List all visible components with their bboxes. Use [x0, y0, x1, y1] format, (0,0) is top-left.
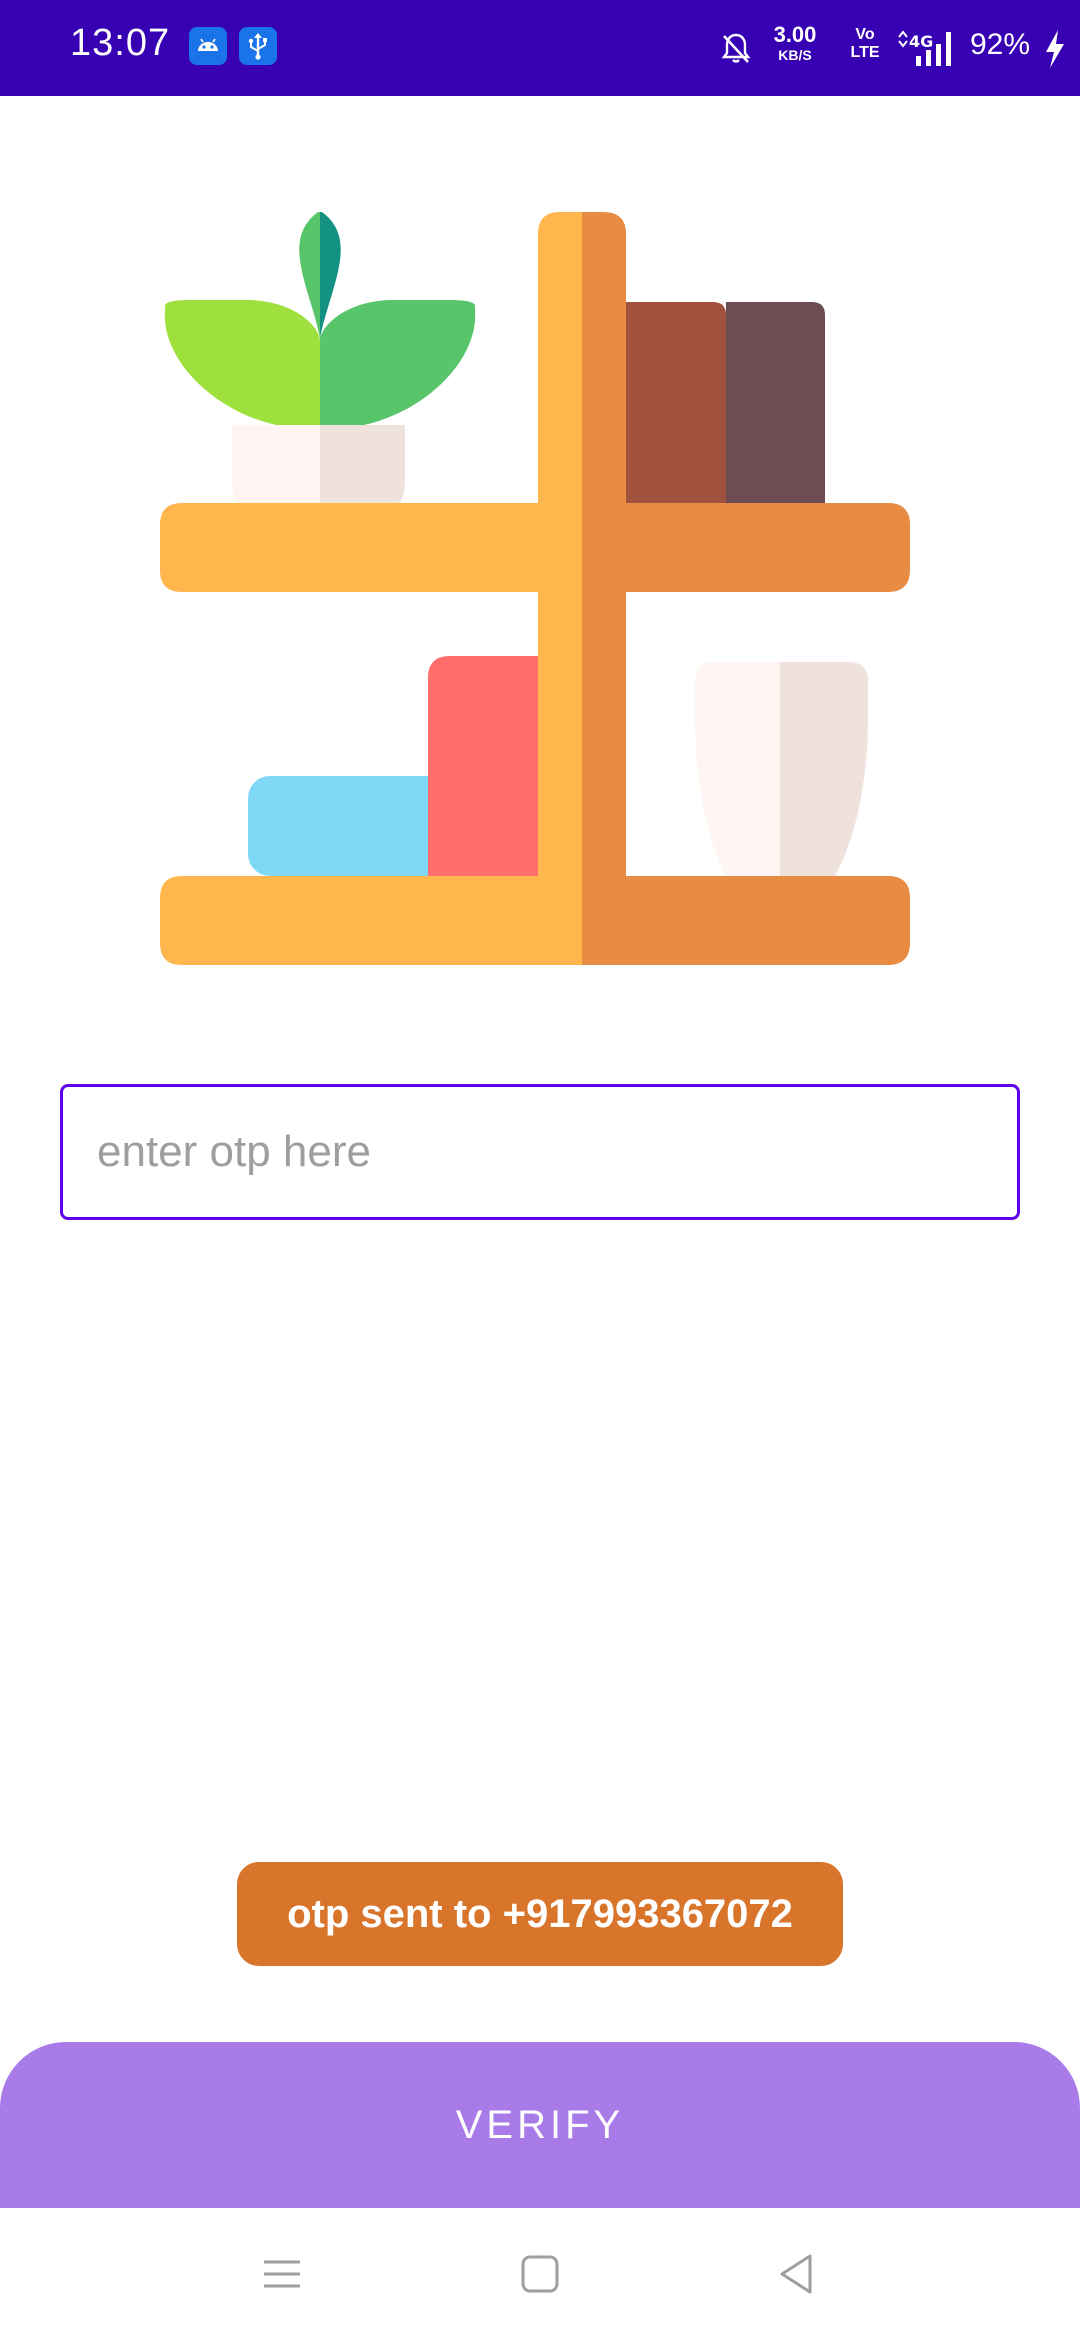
- bookshelf-illustration: [160, 212, 910, 965]
- network-speed: 3.00 KB/S: [760, 24, 830, 63]
- network-type: 4G: [909, 32, 933, 51]
- status-indicators: 3.00 KB/S Vo LTE 4G 92%: [700, 0, 1080, 96]
- upper-shelf-light: [160, 503, 582, 592]
- status-bar: 13:07 3.00 KB/S Vo LTE 4G 92%: [0, 0, 1080, 96]
- network-speed-unit: KB/S: [778, 47, 812, 63]
- verify-button[interactable]: VERIFY: [0, 2042, 1080, 2208]
- otp-verification-screen: 13:07 3.00 KB/S Vo LTE 4G 92% enter otp …: [0, 0, 1080, 2340]
- book-plum: [726, 302, 825, 505]
- otp-input[interactable]: [60, 1084, 1020, 1220]
- status-time: 13:07: [70, 22, 171, 64]
- navigation-bar: [0, 2208, 1080, 2340]
- network-speed-value: 3.00: [773, 22, 817, 47]
- vase-right-half: [780, 662, 868, 880]
- charging-icon: [1046, 30, 1064, 68]
- bell-off-icon: [721, 33, 751, 63]
- pot-right-half: [320, 425, 405, 505]
- android-notification-icon: [189, 27, 227, 65]
- lower-shelf-dark: [582, 876, 910, 965]
- vase-left-half: [695, 662, 780, 880]
- volte-bottom: LTE: [850, 44, 880, 61]
- back-icon[interactable]: [766, 2244, 826, 2304]
- battery-percent: 92%: [970, 28, 1031, 61]
- upper-shelf-dark: [582, 503, 910, 592]
- pot-left-half: [232, 425, 320, 505]
- plant-leaf-right: [320, 300, 476, 429]
- plant-leaf-left: [164, 300, 320, 429]
- box-red: [428, 656, 545, 876]
- usb-notification-icon: [239, 27, 277, 65]
- signal-icon: 4G: [898, 30, 951, 66]
- home-icon[interactable]: [510, 2244, 570, 2304]
- otp-sent-toast: otp sent to +917993367072: [237, 1862, 843, 1966]
- menu-icon[interactable]: [252, 2244, 312, 2304]
- lower-shelf-light: [160, 876, 582, 965]
- volte-top: Vo: [855, 26, 875, 43]
- book-brown: [625, 302, 726, 505]
- volte-indicator: Vo LTE: [848, 26, 882, 62]
